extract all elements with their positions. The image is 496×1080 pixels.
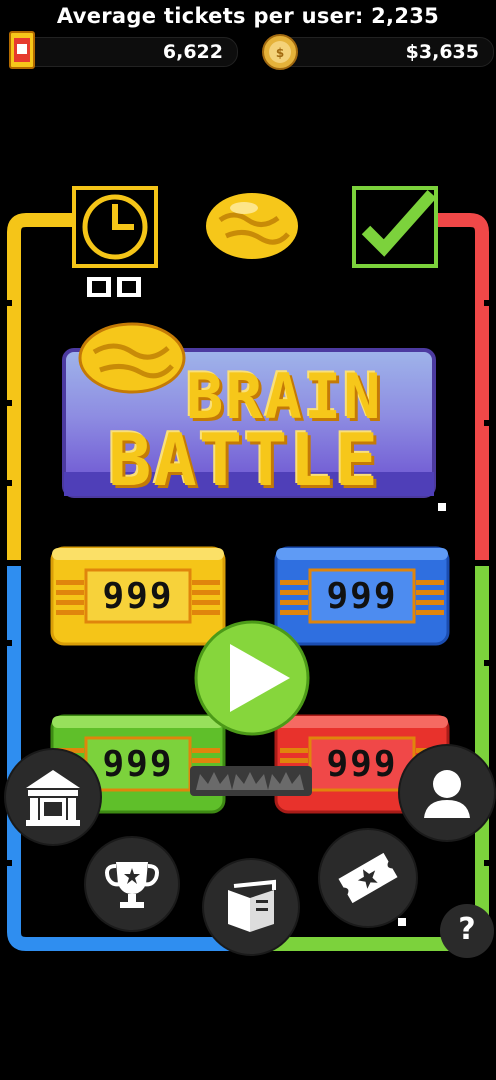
trophy-icon <box>105 862 159 908</box>
checkmark-icon <box>352 186 438 268</box>
museum-button[interactable] <box>6 750 100 844</box>
ticket-star-button[interactable] <box>320 830 416 926</box>
logo-line-battle: BATTLE <box>108 418 381 502</box>
clock-icon <box>72 186 158 268</box>
help-button[interactable]: ? <box>440 904 494 958</box>
trophy-button[interactable] <box>86 838 178 930</box>
ticket-star-icon <box>338 852 398 904</box>
book-button[interactable] <box>204 860 298 954</box>
pixel-dot <box>438 503 446 511</box>
yellow-pad-score: 999 <box>102 576 174 617</box>
book-icon <box>228 879 276 932</box>
crown-bar <box>190 766 312 796</box>
pixel-dot <box>398 918 406 926</box>
museum-icon <box>26 770 80 826</box>
profile-icon <box>424 770 470 818</box>
brain-icon <box>206 193 298 259</box>
help-label: ? <box>458 912 476 947</box>
play-button[interactable] <box>194 620 310 736</box>
profile-button[interactable] <box>400 746 494 840</box>
timer-digits <box>86 276 142 298</box>
blue-pad-score: 999 <box>326 576 398 617</box>
